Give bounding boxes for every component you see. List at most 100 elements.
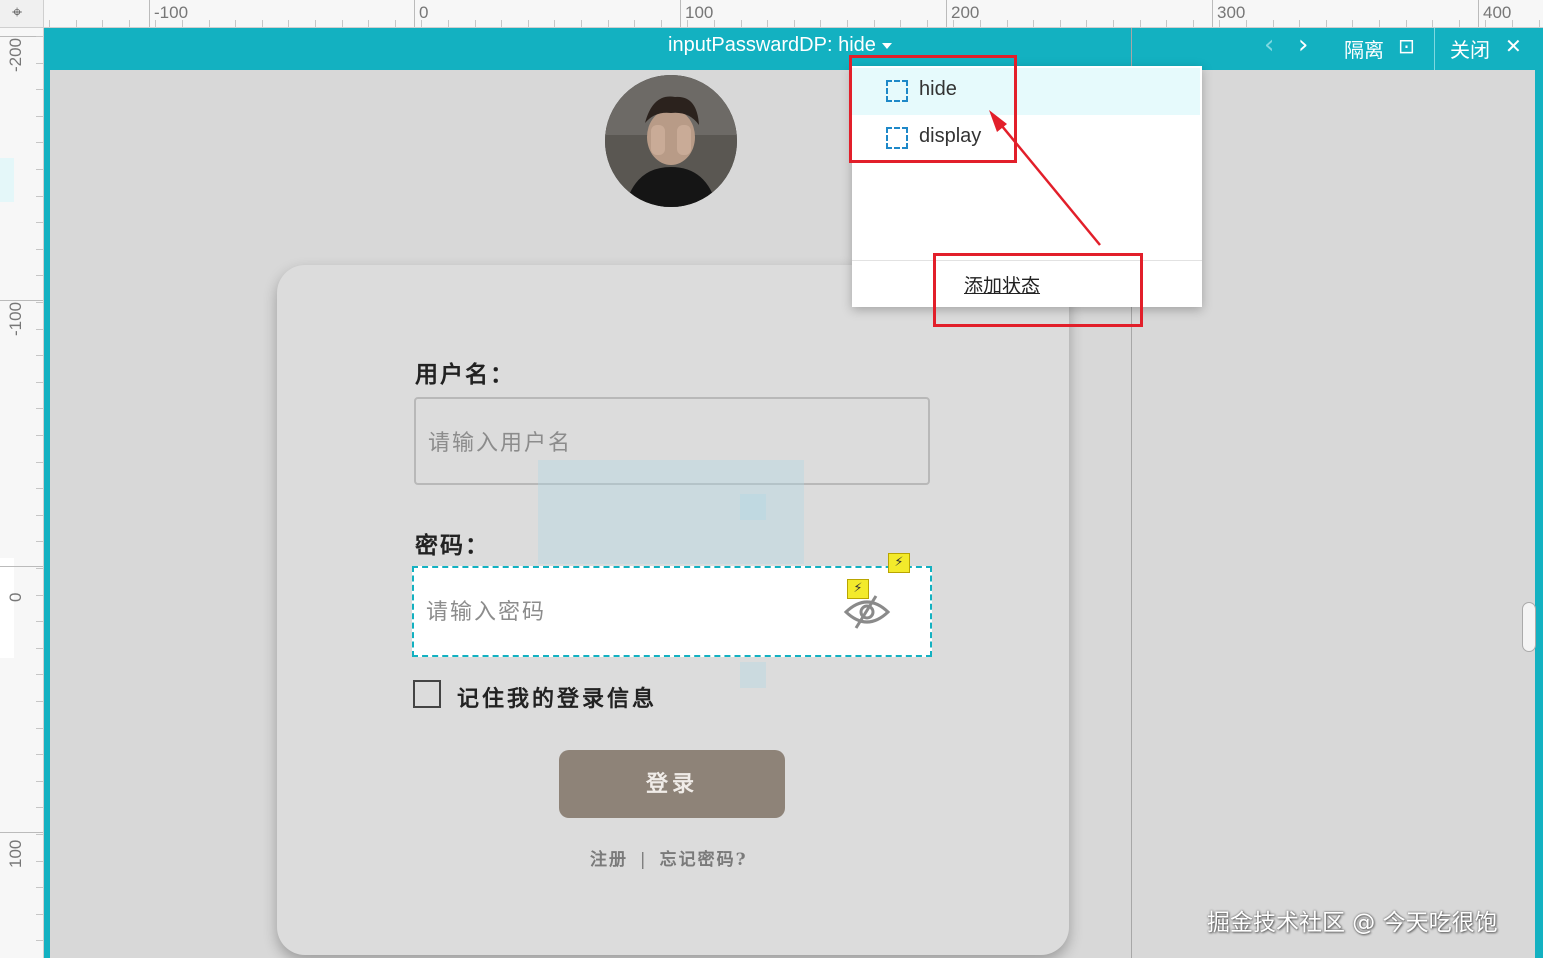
- ruler-minor-tick: [49, 20, 50, 27]
- ruler-minor-tick: [36, 754, 43, 755]
- ruler-major-tick: [414, 0, 415, 27]
- ruler-minor-tick: [36, 488, 43, 489]
- ruler-minor-tick: [1007, 20, 1008, 27]
- close-icon[interactable]: ✕: [1505, 34, 1522, 58]
- ruler-minor-tick: [182, 20, 183, 27]
- avatar-photo: [605, 75, 737, 207]
- ruler-minor-tick: [36, 302, 43, 303]
- ruler-minor-tick: [36, 568, 43, 569]
- ruler-minor-tick: [395, 20, 396, 27]
- ruler-minor-tick: [36, 541, 43, 542]
- ruler-minor-tick: [36, 196, 43, 197]
- remember-checkbox[interactable]: [413, 680, 441, 708]
- ruler-minor-tick: [421, 20, 422, 27]
- ruler-label: 300: [1217, 3, 1246, 22]
- state-title: inputPasswardDP: hide: [668, 34, 876, 56]
- ruler-minor-tick: [661, 20, 662, 27]
- ruler-minor-tick: [847, 20, 848, 27]
- next-state-button[interactable]: ›: [1298, 30, 1308, 60]
- ruler-selection-band: [0, 158, 14, 202]
- ruler-major-tick: [0, 566, 43, 567]
- header-divider: [1434, 28, 1435, 70]
- ruler-label: 100: [6, 839, 25, 868]
- ruler-label: -100: [6, 301, 25, 336]
- ruler-minor-tick: [36, 462, 43, 463]
- ruler-minor-tick: [820, 20, 821, 27]
- avatar: [605, 75, 737, 207]
- ruler-label: 400: [1483, 3, 1512, 22]
- register-link[interactable]: 注册: [590, 850, 628, 870]
- ruler-minor-tick: [554, 20, 555, 27]
- ruler-minor-tick: [1379, 20, 1380, 27]
- ruler-minor-tick: [102, 20, 103, 27]
- interaction-icon[interactable]: ⚡: [888, 553, 910, 573]
- eye-off-icon[interactable]: [842, 594, 892, 630]
- ruler-selection-band: [0, 558, 14, 658]
- ruler-minor-tick: [794, 20, 795, 27]
- ruler-minor-tick: [36, 834, 43, 835]
- ruler-minor-tick: [1140, 20, 1141, 27]
- ruler-minor-tick: [1326, 20, 1327, 27]
- ruler-minor-tick: [262, 20, 263, 27]
- ruler-minor-tick: [36, 940, 43, 941]
- ruler-minor-tick: [528, 20, 529, 27]
- isolate-icon[interactable]: ⊡: [1398, 34, 1415, 58]
- ruler-major-tick: [149, 0, 150, 27]
- ruler-minor-tick: [36, 169, 43, 170]
- hidden-widget-marker: [740, 494, 766, 520]
- ruler-minor-tick: [1219, 20, 1220, 27]
- ruler-major-tick: [0, 832, 43, 833]
- ruler-minor-tick: [155, 20, 156, 27]
- ruler-major-tick: [1212, 0, 1213, 27]
- ruler-corner: ⌖: [0, 0, 44, 28]
- ruler-minor-tick: [36, 807, 43, 808]
- username-placeholder: 请输入用户名: [428, 431, 573, 456]
- ruler-minor-tick: [1060, 20, 1061, 27]
- ruler-label: -200: [6, 37, 25, 72]
- state-selector[interactable]: inputPasswardDP: hide: [668, 34, 892, 57]
- ruler-minor-tick: [76, 20, 77, 27]
- ruler-minor-tick: [36, 116, 43, 117]
- ruler-major-tick: [680, 0, 681, 27]
- ruler-minor-tick: [368, 20, 369, 27]
- ruler-minor-tick: [608, 20, 609, 27]
- horizontal-ruler[interactable]: -100 0 100 200 300 400: [44, 0, 1543, 28]
- ruler-minor-tick: [1033, 20, 1034, 27]
- ruler-minor-tick: [1432, 20, 1433, 27]
- crosshair-icon: ⌖: [12, 2, 23, 23]
- ruler-minor-tick: [714, 20, 715, 27]
- remember-label: 记住我的登录信息: [457, 686, 658, 712]
- ruler-minor-tick: [36, 275, 43, 276]
- close-button[interactable]: 关闭: [1450, 34, 1490, 63]
- caret-down-icon: [881, 42, 892, 49]
- ruler-minor-tick: [1113, 20, 1114, 27]
- ruler-minor-tick: [1539, 20, 1540, 27]
- ruler-minor-tick: [1086, 20, 1087, 27]
- annotation-box: [933, 253, 1143, 327]
- forgot-password-link[interactable]: 忘记密码?: [660, 850, 748, 870]
- isolate-button[interactable]: 隔离: [1344, 34, 1384, 63]
- ruler-minor-tick: [980, 20, 981, 27]
- interaction-icon[interactable]: ⚡: [847, 579, 869, 599]
- scroll-handle[interactable]: [1522, 602, 1536, 652]
- ruler-major-tick: [1478, 0, 1479, 27]
- ruler-minor-tick: [1512, 20, 1513, 27]
- ruler-minor-tick: [687, 20, 688, 27]
- ruler-minor-tick: [581, 20, 582, 27]
- vertical-ruler[interactable]: -200 -100 0 100: [0, 28, 44, 958]
- link-divider: |: [639, 850, 648, 870]
- annotation-arrow: [989, 110, 1101, 246]
- ruler-minor-tick: [36, 887, 43, 888]
- login-button[interactable]: 登录: [559, 750, 785, 818]
- previous-state-button[interactable]: ‹: [1264, 30, 1274, 60]
- ruler-minor-tick: [36, 63, 43, 64]
- ruler-minor-tick: [448, 20, 449, 27]
- ruler-minor-tick: [767, 20, 768, 27]
- ruler-minor-tick: [953, 20, 954, 27]
- ruler-minor-tick: [36, 595, 43, 596]
- ruler-minor-tick: [1485, 20, 1486, 27]
- ruler-minor-tick: [927, 20, 928, 27]
- ruler-minor-tick: [1299, 20, 1300, 27]
- ruler-minor-tick: [874, 20, 875, 27]
- ruler-minor-tick: [129, 20, 130, 27]
